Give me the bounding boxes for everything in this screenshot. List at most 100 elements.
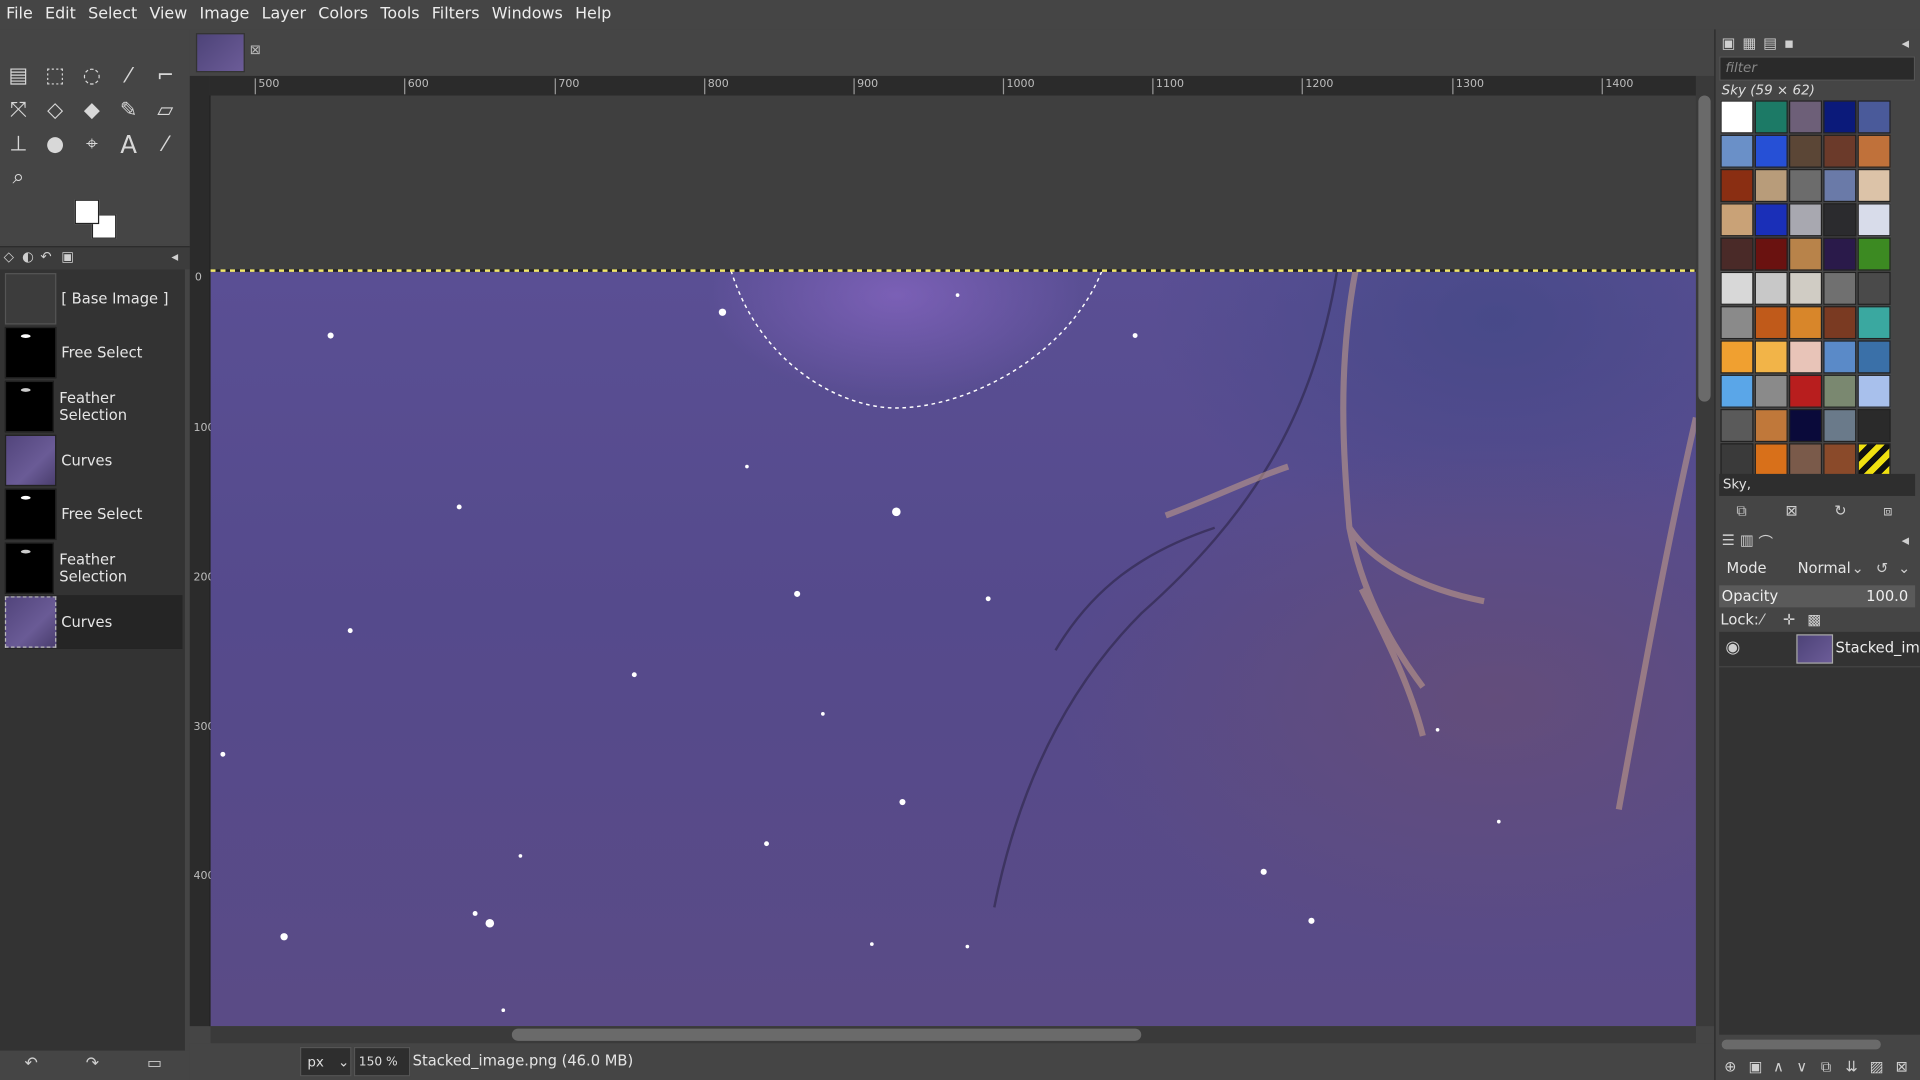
pattern-swatch[interactable]: [1720, 203, 1754, 237]
history-item[interactable]: Free Select: [4, 326, 183, 380]
pattern-swatch[interactable]: [1754, 340, 1788, 374]
smudge-icon[interactable]: ●: [40, 130, 69, 159]
menu-filters[interactable]: Filters: [426, 0, 486, 29]
delete-pattern-icon[interactable]: ⊠: [1785, 502, 1797, 519]
pattern-swatch[interactable]: [1720, 134, 1754, 168]
pattern-swatch[interactable]: [1720, 237, 1754, 271]
pattern-swatch[interactable]: [1788, 203, 1823, 237]
horizontal-scrollbar[interactable]: [1721, 1039, 1881, 1050]
raise-layer-icon[interactable]: ∧: [1773, 1058, 1784, 1075]
layers-tab-icon[interactable]: ☰: [1722, 531, 1735, 548]
menu-colors[interactable]: Colors: [312, 0, 374, 29]
dock-config-icon[interactable]: ◂: [171, 249, 178, 265]
pattern-swatch[interactable]: [1857, 134, 1891, 168]
delete-layer-icon[interactable]: ⊠: [1896, 1058, 1908, 1075]
history-item[interactable]: Free Select: [4, 487, 183, 541]
pattern-swatch[interactable]: [1754, 100, 1788, 134]
pattern-swatch[interactable]: [1788, 340, 1823, 374]
image-tab-thumbnail[interactable]: [195, 33, 245, 73]
pattern-swatch[interactable]: [1754, 134, 1788, 168]
fonts-tab-icon[interactable]: ▤: [1763, 34, 1777, 51]
transform-icon[interactable]: ⤧: [4, 96, 33, 125]
undo-icon[interactable]: ↶: [24, 1054, 37, 1072]
pattern-swatch[interactable]: [1754, 408, 1788, 443]
pattern-swatch[interactable]: [1823, 306, 1857, 340]
pattern-swatch[interactable]: [1857, 168, 1891, 203]
crop-icon[interactable]: ⌐: [151, 61, 180, 90]
pattern-swatch[interactable]: [1823, 237, 1857, 271]
history-item[interactable]: Curves: [4, 433, 183, 487]
pattern-swatch[interactable]: [1823, 443, 1857, 477]
warp-icon[interactable]: ◇: [40, 96, 69, 125]
lock-pixels-icon[interactable]: ⁄: [1761, 611, 1763, 628]
menu-view[interactable]: View: [143, 0, 193, 29]
vertical-ruler[interactable]: 0 100 200 300 400: [189, 95, 215, 1027]
pattern-swatch[interactable]: [1754, 306, 1788, 340]
menu-layer[interactable]: Layer: [255, 0, 312, 29]
pattern-swatch[interactable]: [1823, 340, 1857, 374]
eraser-icon[interactable]: ▱: [151, 96, 180, 125]
rect-select-icon[interactable]: ⬚: [40, 61, 69, 90]
device-status-tab-icon[interactable]: ◐: [22, 249, 34, 265]
add-mask-icon[interactable]: ▨: [1870, 1058, 1884, 1075]
pattern-swatch[interactable]: [1823, 100, 1857, 134]
scroll-thumb[interactable]: [1698, 95, 1711, 402]
pattern-swatch[interactable]: [1720, 168, 1754, 203]
opacity-value[interactable]: 100.0: [1866, 588, 1908, 605]
menu-select[interactable]: Select: [82, 0, 143, 29]
new-layer-group-icon[interactable]: ▣: [1749, 1058, 1763, 1075]
pattern-swatch[interactable]: [1788, 237, 1823, 271]
color-picker-icon[interactable]: ⁄: [151, 130, 180, 159]
lock-position-icon[interactable]: ✛: [1783, 611, 1795, 628]
history-item[interactable]: Curves: [4, 595, 183, 649]
vertical-scrollbar[interactable]: [1695, 75, 1715, 1027]
redo-icon[interactable]: ↷: [86, 1054, 99, 1072]
new-layer-icon[interactable]: ⊕: [1724, 1058, 1736, 1075]
brushes-tab-icon[interactable]: ▣: [1722, 34, 1736, 51]
text-icon[interactable]: A: [114, 130, 143, 159]
pattern-swatch[interactable]: [1720, 306, 1754, 340]
layer-name[interactable]: Stacked_image: [1836, 639, 1919, 656]
paintbrush-icon[interactable]: ✎: [114, 96, 143, 125]
pattern-swatch[interactable]: [1857, 340, 1891, 374]
history-item[interactable]: Feather Selection: [4, 380, 183, 434]
canvas-padding[interactable]: [210, 95, 1696, 271]
history-item[interactable]: Feather Selection: [4, 541, 183, 595]
paths-icon[interactable]: ⌖: [77, 130, 106, 159]
open-as-image-icon[interactable]: ⧈: [1883, 502, 1892, 520]
menu-help[interactable]: Help: [569, 0, 618, 29]
menu-image[interactable]: Image: [193, 0, 255, 29]
pattern-swatch[interactable]: [1720, 271, 1754, 305]
pattern-swatch[interactable]: [1788, 134, 1823, 168]
menu-tools[interactable]: Tools: [374, 0, 425, 29]
pattern-swatch[interactable]: [1788, 443, 1823, 477]
duplicate-layer-icon[interactable]: ⧉: [1821, 1058, 1832, 1076]
pattern-swatch[interactable]: [1788, 168, 1823, 203]
pattern-swatch[interactable]: [1823, 134, 1857, 168]
reset-mode-icon[interactable]: ↺: [1876, 560, 1888, 577]
undo-history-tab-icon[interactable]: ↶: [40, 249, 51, 265]
dock-config-icon[interactable]: ◂: [1902, 531, 1909, 548]
pattern-swatch[interactable]: [1823, 271, 1857, 305]
menu-windows[interactable]: Windows: [486, 0, 569, 29]
mode-dropdown[interactable]: Normal: [1798, 560, 1851, 577]
channels-tab-icon[interactable]: ▥: [1740, 531, 1754, 548]
pattern-filter-input[interactable]: filter: [1719, 56, 1916, 81]
pattern-swatch[interactable]: [1754, 237, 1788, 271]
horizontal-ruler[interactable]: 500 600 700 800 900 1000 1100 1200 1300 …: [209, 75, 1696, 97]
pattern-swatch[interactable]: [1788, 374, 1823, 408]
pattern-swatch[interactable]: [1788, 100, 1823, 134]
bucket-fill-icon[interactable]: ◆: [77, 96, 106, 125]
pattern-swatch[interactable]: [1857, 374, 1891, 408]
menu-file[interactable]: File: [0, 0, 39, 29]
pattern-swatch[interactable]: [1720, 443, 1754, 477]
pattern-swatch[interactable]: [1720, 374, 1754, 408]
close-icon[interactable]: ⊠: [250, 42, 261, 58]
refresh-icon[interactable]: ↻: [1834, 502, 1846, 519]
pattern-swatch[interactable]: [1857, 203, 1891, 237]
tool-options-tab-icon[interactable]: ◇: [4, 249, 14, 265]
pattern-swatch[interactable]: [1754, 374, 1788, 408]
pattern-swatch[interactable]: [1720, 408, 1754, 443]
lock-alpha-icon[interactable]: ▩: [1807, 611, 1821, 628]
pattern-swatch[interactable]: [1720, 100, 1754, 134]
